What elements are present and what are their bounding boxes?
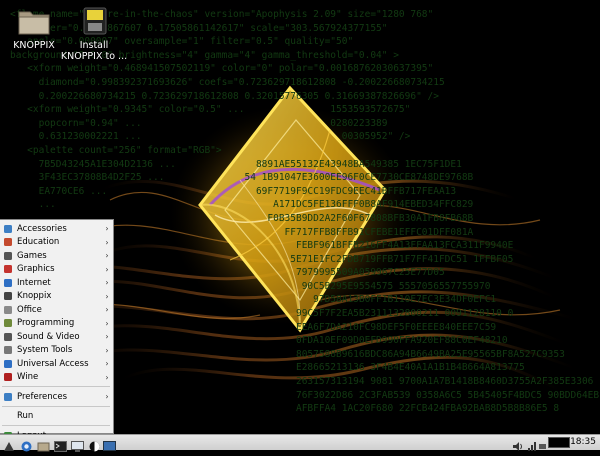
menu-item-label: Education [17, 237, 60, 247]
menu-separator [2, 425, 110, 426]
internet-icon [3, 278, 13, 288]
menu-item-label: Wine [17, 372, 39, 382]
menu-item-universal-access[interactable]: Universal Access › [0, 357, 112, 370]
start-menu-icon [4, 442, 14, 451]
taskbar: 18:35 [0, 434, 600, 452]
menu-item-label: Programming [17, 318, 75, 328]
games-icon [3, 251, 13, 261]
menu-item-education[interactable]: Education › [0, 236, 112, 249]
monitor-launcher[interactable] [71, 437, 84, 452]
chevron-right-icon: › [105, 359, 109, 368]
menu-separator [2, 405, 110, 407]
chevron-right-icon: › [105, 278, 109, 287]
chevron-right-icon: › [105, 392, 109, 401]
chevron-right-icon: › [105, 372, 109, 382]
chevron-right-icon: › [105, 237, 109, 247]
knoppix-icon [3, 291, 13, 301]
menu-item-label: Run [17, 411, 34, 421]
menu-separator [2, 386, 110, 387]
preferences-icon [3, 392, 13, 402]
menu-item-accessories[interactable]: Accessories › [0, 222, 112, 235]
sound-video-icon [3, 332, 13, 342]
knoppix-launcher[interactable] [88, 437, 101, 452]
clock[interactable]: 18:35 [570, 435, 596, 450]
desktop-icon-label: Install KNOPPIX to ... [60, 40, 128, 62]
desktop-icon-install-knoppix[interactable]: Install KNOPPIX to ... [54, 6, 134, 62]
network-icon [528, 442, 536, 451]
volume-icon [513, 442, 522, 451]
menu-item-label: Preferences [17, 391, 67, 402]
menu-item-wine[interactable]: Wine › [0, 371, 112, 384]
keyboard-layout[interactable] [538, 437, 547, 449]
menu-item-label: Internet [17, 277, 51, 288]
folder-icon [16, 6, 52, 38]
terminal-launcher[interactable] [54, 437, 67, 452]
show-desktop-icon [103, 441, 116, 451]
education-icon [3, 237, 13, 247]
menu-item-label: Accessories [17, 223, 67, 234]
browser-icon [21, 441, 32, 452]
menu-item-label: Knoppix [17, 291, 52, 301]
workspace-pager[interactable] [548, 437, 570, 448]
show-desktop-button[interactable] [103, 437, 116, 451]
menu-item-label: Games [17, 250, 47, 261]
menu-item-run[interactable]: Run [0, 410, 112, 423]
office-icon [3, 305, 13, 315]
menu-item-label: Universal Access [17, 358, 89, 369]
menu-item-label: System Tools [17, 345, 73, 355]
menu-item-games[interactable]: Games › [0, 249, 112, 262]
universal-access-icon [3, 359, 13, 369]
file-manager-icon [37, 442, 50, 452]
chevron-right-icon: › [105, 291, 109, 301]
menu-item-preferences[interactable]: Preferences › [0, 390, 112, 403]
programming-icon [3, 318, 13, 328]
keyboard-icon [539, 444, 546, 449]
menu-item-label: Graphics [17, 264, 55, 274]
browser-launcher[interactable] [20, 437, 33, 452]
chevron-right-icon: › [105, 332, 109, 341]
volume-control[interactable] [512, 437, 524, 451]
menu-item-system-tools[interactable]: System Tools › [0, 344, 112, 357]
menu-item-graphics[interactable]: Graphics › [0, 263, 112, 276]
graphics-icon [3, 264, 13, 274]
chevron-right-icon: › [105, 251, 109, 260]
knoppix-logo-icon [89, 441, 100, 452]
start-menu: Accessories › Education › Games › Graphics › Int… [0, 219, 114, 434]
menu-item-office[interactable]: Office › [0, 303, 112, 316]
file-manager-launcher[interactable] [37, 437, 50, 452]
monitor-icon [71, 441, 84, 452]
menu-item-internet[interactable]: Internet › [0, 276, 112, 289]
chevron-right-icon: › [105, 305, 109, 314]
chevron-right-icon: › [105, 318, 109, 328]
wine-icon [3, 372, 13, 382]
chevron-right-icon: › [105, 345, 109, 355]
install-icon [76, 6, 112, 38]
chevron-right-icon: › [105, 224, 109, 233]
menu-item-label: Office [17, 304, 42, 315]
accessories-icon [3, 224, 13, 234]
desktop: <flame name="future-in-the-chaos" versio… [0, 0, 600, 434]
menu-item-sound-and-video[interactable]: Sound & Video › [0, 330, 112, 343]
system-tools-icon [3, 345, 13, 355]
menu-item-programming[interactable]: Programming › [0, 317, 112, 330]
menu-item-label: Sound & Video [17, 331, 80, 342]
network-status[interactable] [527, 437, 537, 451]
start-menu-button[interactable] [2, 437, 16, 451]
terminal-icon [54, 441, 67, 452]
chevron-right-icon: › [105, 264, 109, 274]
menu-item-knoppix[interactable]: Knoppix › [0, 290, 112, 303]
